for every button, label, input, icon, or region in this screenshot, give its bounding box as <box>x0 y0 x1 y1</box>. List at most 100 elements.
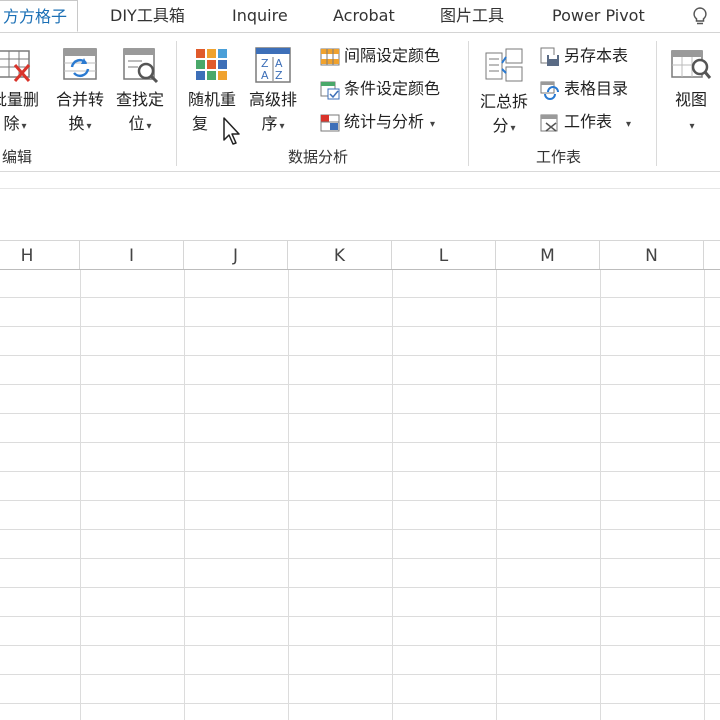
chevron-down-icon: ▾ <box>510 123 516 134</box>
grid-column-line <box>496 270 497 720</box>
merge-convert-icon <box>63 48 97 80</box>
group-label-edit: 编辑 <box>2 148 33 166</box>
group-label-data-analysis: 数据分析 <box>288 148 349 166</box>
summary-split-line2: 分 <box>492 116 509 135</box>
grid-row-line <box>0 500 720 501</box>
grid-row-line <box>0 413 720 414</box>
condition-color-label: 条件设定颜色 <box>344 79 441 98</box>
merge-convert-line1: 合并转 <box>55 90 104 109</box>
grid-column-line <box>600 270 601 720</box>
grid-row-line <box>0 355 720 356</box>
save-sheet-icon <box>540 47 559 66</box>
find-locate-button[interactable]: 查找定 位 ▾ <box>112 45 168 139</box>
column-header-h[interactable]: H <box>0 241 80 269</box>
random-repeat-line1: 随机重 <box>187 90 236 109</box>
lightbulb-icon[interactable] <box>690 6 710 26</box>
ribbon-tab-bar: 方方格子 DIY工具箱 Inquire Acrobat 图片工具 Power P… <box>0 0 720 33</box>
grid-column-line <box>288 270 289 720</box>
find-locate-line1: 查找定 <box>115 90 164 109</box>
worksheet-label: 工作表 <box>564 112 613 131</box>
worksheet-button[interactable]: 工作表 ▾ <box>540 109 631 135</box>
chevron-down-icon: ▾ <box>689 121 695 132</box>
chevron-down-icon: ▾ <box>146 121 152 132</box>
column-header-n[interactable]: N <box>600 241 704 269</box>
batch-delete-line1: 批量删 <box>0 90 39 109</box>
table-directory-button[interactable]: 表格目录 <box>540 76 628 102</box>
worksheet-grid[interactable] <box>0 270 720 720</box>
grid-row-line <box>0 297 720 298</box>
save-sheet-label: 另存本表 <box>564 46 629 65</box>
find-locate-line2: 位 <box>128 114 145 133</box>
tab-inquire[interactable]: Inquire <box>232 0 288 32</box>
tab-power-pivot[interactable]: Power Pivot <box>552 0 645 32</box>
interval-color-button[interactable]: 间隔设定颜色 <box>320 43 440 69</box>
formula-bar-area <box>0 172 720 189</box>
advanced-sort-button[interactable]: Z A A Z 高级排 序 ▾ <box>244 45 302 139</box>
grid-column-line <box>392 270 393 720</box>
advanced-sort-line2: 序 <box>261 114 278 133</box>
grid-row-line <box>0 703 720 704</box>
interval-color-label: 间隔设定颜色 <box>344 46 441 65</box>
column-header-row: H I J K L M N <box>0 240 720 271</box>
tab-acrobat[interactable]: Acrobat <box>333 0 395 32</box>
statistics-analysis-label: 统计与分析 <box>344 112 425 131</box>
summary-split-line1: 汇总拆 <box>479 92 528 111</box>
view-button[interactable]: 视图 ▾ <box>664 45 718 139</box>
ribbon: 批量删 除▾ 合并转 换▾ 查找定 位▾ 编辑 <box>0 33 720 172</box>
table-directory-icon <box>540 81 559 100</box>
chevron-down-icon: ▾ <box>430 119 436 130</box>
find-locate-icon <box>123 48 159 84</box>
grid-row-line <box>0 529 720 530</box>
save-sheet-button[interactable]: 另存本表 <box>540 43 628 69</box>
batch-delete-line2: 除 <box>3 114 20 133</box>
tab-diy-toolbox[interactable]: DIY工具箱 <box>110 0 185 32</box>
statistics-icon <box>320 114 340 131</box>
advanced-sort-line1: 高级排 <box>248 90 297 109</box>
grid-row-line <box>0 674 720 675</box>
grid-row-line <box>0 645 720 646</box>
column-header-i[interactable]: I <box>80 241 184 269</box>
grid-row-line <box>0 616 720 617</box>
grid-row-line <box>0 471 720 472</box>
mouse-cursor-icon <box>223 117 240 145</box>
view-icon <box>671 50 712 79</box>
grid-row-line <box>0 558 720 559</box>
sheet-top-area <box>0 189 720 239</box>
tab-fangfanggezi[interactable]: 方方格子 <box>0 0 79 32</box>
grid-column-line <box>704 270 705 720</box>
advanced-sort-icon: Z A A Z <box>255 47 291 83</box>
grid-column-line <box>184 270 185 720</box>
group-separator <box>656 41 657 166</box>
svg-text:A: A <box>261 69 269 82</box>
group-separator <box>176 41 177 166</box>
worksheet-icon <box>540 114 558 132</box>
column-header-m[interactable]: M <box>496 241 600 269</box>
condition-color-icon <box>320 81 340 99</box>
svg-text:Z: Z <box>275 69 283 82</box>
view-line1: 视图 <box>674 90 707 109</box>
summary-split-icon <box>485 48 523 82</box>
grid-row-line <box>0 326 720 327</box>
grid-row-line <box>0 442 720 443</box>
interval-color-icon <box>320 48 340 65</box>
group-separator <box>468 41 469 166</box>
table-directory-label: 表格目录 <box>564 79 629 98</box>
condition-color-button[interactable]: 条件设定颜色 <box>320 76 440 102</box>
chevron-down-icon: ▾ <box>86 121 92 132</box>
merge-convert-button[interactable]: 合并转 换 ▾ <box>52 45 108 139</box>
column-header-j[interactable]: J <box>184 241 288 269</box>
merge-convert-line2: 换 <box>68 114 85 133</box>
chevron-down-icon: ▾ <box>21 121 27 132</box>
batch-delete-button[interactable]: 批量删 除▾ <box>0 45 44 139</box>
tab-picture-tools[interactable]: 图片工具 <box>440 0 504 32</box>
statistics-analysis-button[interactable]: 统计与分析 ▾ <box>320 109 435 135</box>
random-repeat-line2: 复 <box>192 114 209 133</box>
grid-row-line <box>0 384 720 385</box>
summary-split-button[interactable]: 汇总拆 分 ▾ <box>474 45 534 141</box>
column-header-k[interactable]: K <box>288 241 392 269</box>
column-header-l[interactable]: L <box>392 241 496 269</box>
chevron-down-icon: ▾ <box>626 119 632 130</box>
chevron-down-icon: ▾ <box>279 121 285 132</box>
group-label-worksheet: 工作表 <box>536 148 582 166</box>
grid-column-line <box>80 270 81 720</box>
